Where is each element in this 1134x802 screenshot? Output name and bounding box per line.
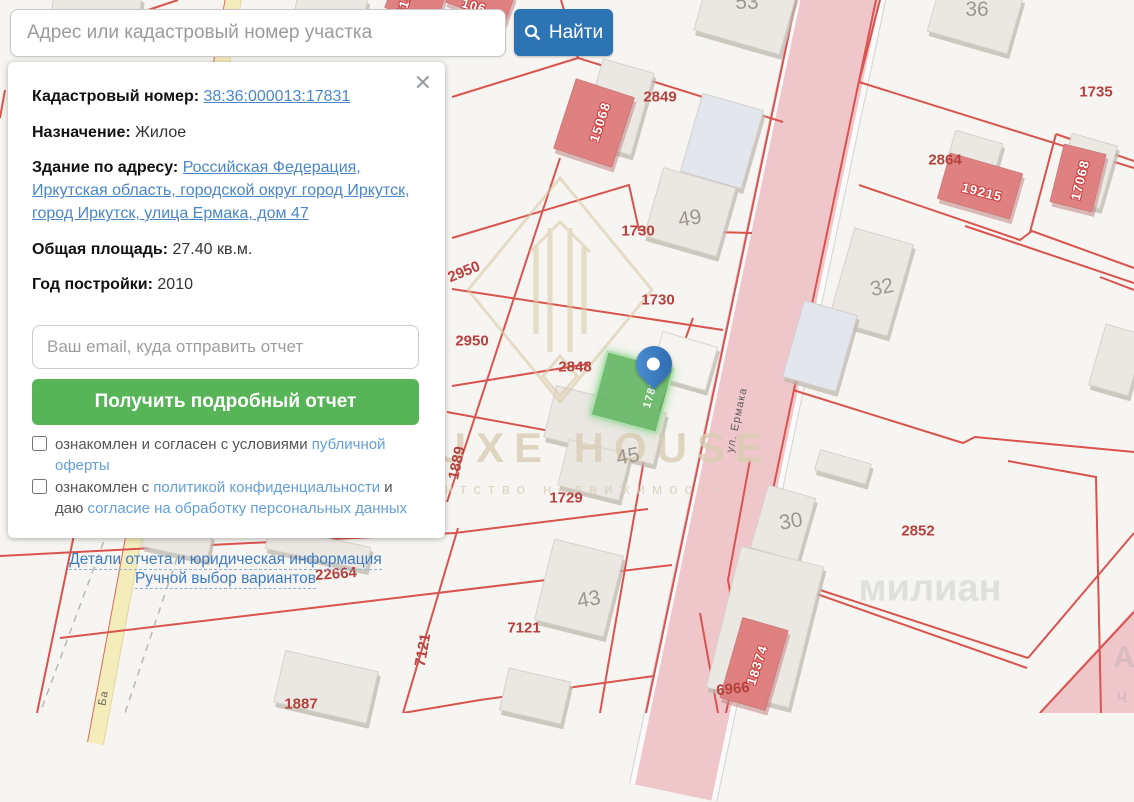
area-label: Общая площадь: [32,241,168,258]
street-fragment-label: А [1113,641,1134,675]
search-button[interactable]: Найти [514,9,613,56]
building [534,539,624,638]
year-row: Год постройки: 2010 [32,274,419,297]
area-row: Общая площадь: 27.40 кв.м. [32,239,419,262]
manual-select-link[interactable]: Ручной выбор вариантов [135,570,316,589]
cadastral-number-row: Кадастровый номер: 38:36:000013:17831 [32,86,419,109]
offer-agreement-row: ознакомлен и согласен с условиями публич… [32,434,419,476]
parcel-number-label: 1735 [1079,84,1112,101]
house-number-label: 32 [868,274,896,302]
parcel-number-label: 2848 [558,359,591,376]
cadastral-number-link[interactable]: 38:36:000013:17831 [204,88,351,105]
address-row: Здание по адресу: Российская Федерация, … [32,157,419,225]
year-label: Год постройки: [32,276,153,293]
building [499,667,571,724]
street-fragment-label: милиан [858,568,1001,611]
privacy-agreement-text: ознакомлен с [55,479,153,496]
report-details-link[interactable]: Детали отчета и юридическая информация [69,551,381,570]
building [1088,323,1134,396]
privacy-agreement-row: ознакомлен с политикой конфиденциальност… [32,477,419,519]
search-button-label: Найти [549,22,603,44]
parcel-number-label: 2950 [455,333,488,350]
parcel-number-label: 1730 [621,223,654,240]
privacy-policy-link[interactable]: политикой конфиденциальности [153,479,380,496]
get-report-button[interactable]: Получить подробный отчет [32,379,419,425]
parcel-number-label: 2950 [445,258,482,286]
privacy-agreement-checkbox[interactable] [32,479,47,494]
house-number-label: 30 [777,508,804,536]
parcel-number-label: 2852 [901,523,934,540]
purpose-row: Назначение: Жилое [32,122,419,145]
parcel-info-panel: ✕ Кадастровый номер: 38:36:000013:17831 … [8,62,445,538]
personal-data-link[interactable]: согласие на обработку персональных данны… [88,500,408,517]
search-input[interactable] [10,9,506,57]
parcel-number-label: 1729 [549,490,582,507]
parcel-number-label: 7121 [412,632,435,668]
parcel-number-label: 2864 [928,152,961,169]
house-number-label: 36 [965,0,988,22]
offer-agreement-checkbox[interactable] [32,436,47,451]
cadastral-number-label: Кадастровый номер: [32,88,199,105]
house-number-label: 49 [676,205,703,233]
address-label: Здание по адресу: [32,159,178,176]
close-icon[interactable]: ✕ [414,70,432,96]
year-value: 2010 [157,276,193,293]
email-input[interactable] [32,325,419,369]
search-icon [524,24,541,41]
parcel-number-label: 1887 [284,696,317,713]
house-number-label: 45 [614,443,641,471]
parcel-number-label: 1730 [641,292,674,309]
house-number-label: 43 [575,586,602,614]
building [814,449,872,485]
area-value: 27.40 кв.м. [172,241,252,258]
offer-agreement-text: ознакомлен и согласен с условиями [55,436,312,453]
parcel-number-label: 7121 [507,620,540,637]
purpose-value: Жилое [135,124,186,141]
house-number-label: 53 [735,0,758,15]
purpose-label: Назначение: [32,124,131,141]
parcel-number-label: 2849 [643,89,676,106]
street-fragment-label: ч [1117,687,1127,708]
